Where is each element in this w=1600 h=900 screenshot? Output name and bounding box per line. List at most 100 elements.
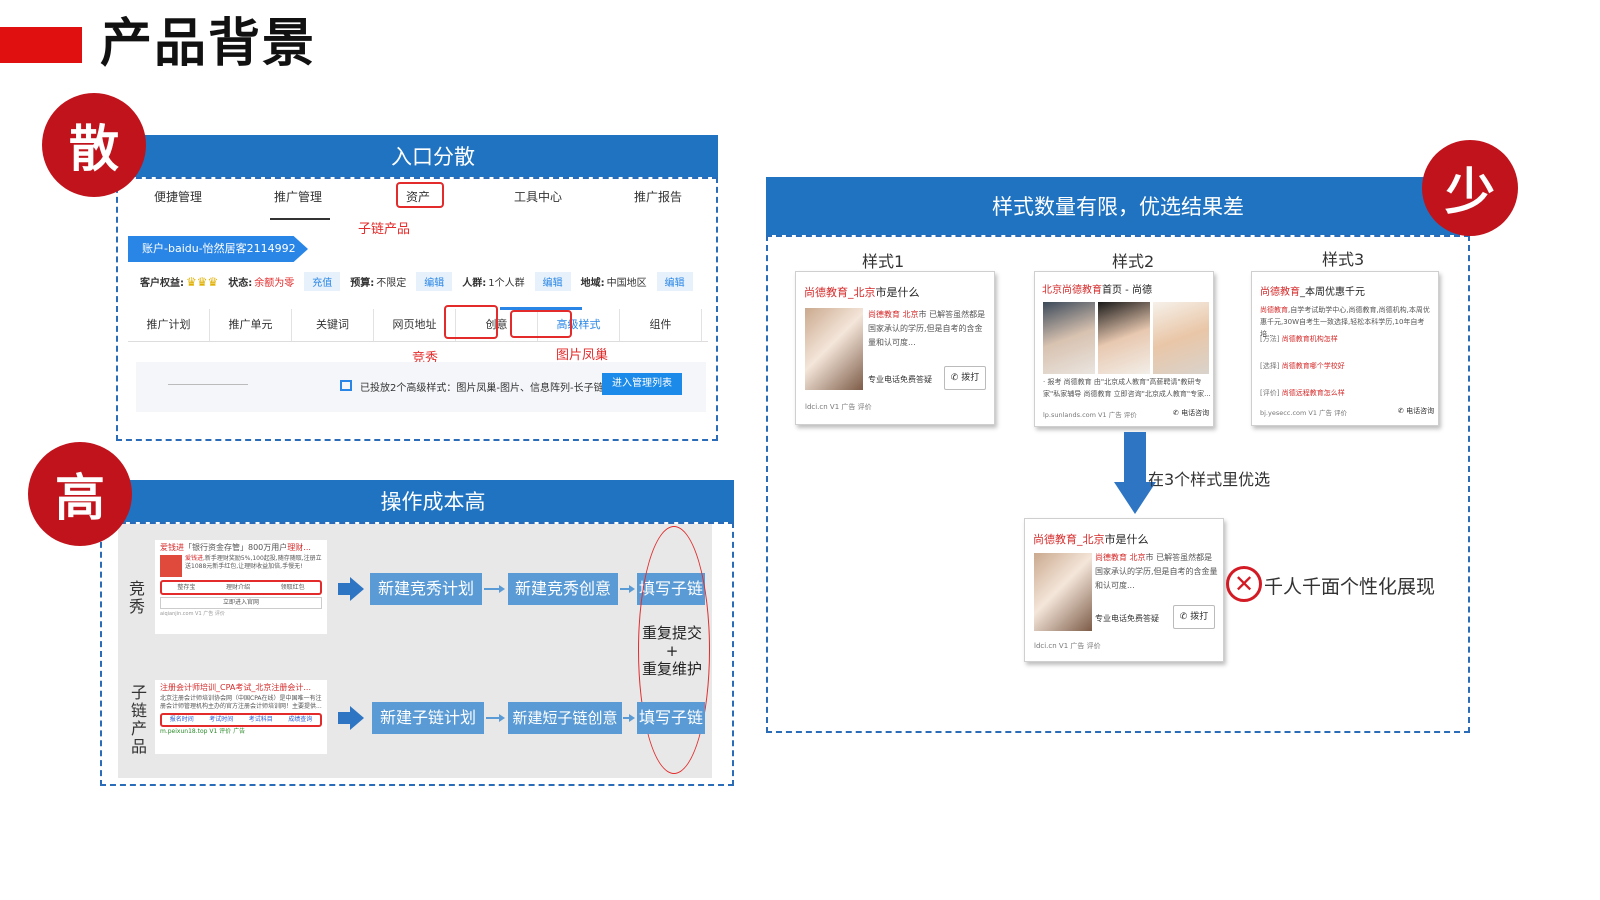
ad-title-tail: 理财... <box>287 543 311 552</box>
tab-promo-report[interactable]: 推广报告 <box>598 188 718 205</box>
ad-sublink[interactable]: 报名时间 <box>170 715 194 725</box>
account-info-row: 客户权益: ♛♛♛ 状态: 余额为零 充值 预算: 不限定 编辑 人群: 1个人… <box>140 272 710 291</box>
ad-sublink[interactable]: 成绩查询 <box>288 715 312 725</box>
ad-sublink[interactable]: 考试科目 <box>249 715 273 725</box>
flow-arrow-right-icon <box>350 577 364 601</box>
card-url: ldci.cn V1 广告 评价 <box>805 403 872 411</box>
phone-icon: ✆ <box>1179 612 1191 622</box>
ad-button[interactable]: 整存宝 <box>177 582 195 593</box>
highlight-assets-box <box>396 182 444 208</box>
phone-icon: ✆ <box>950 373 962 383</box>
card-photo <box>1153 302 1209 374</box>
phone-icon: ✆ <box>1398 407 1407 415</box>
row-label-sublink: 子链产品 <box>130 683 147 756</box>
step-arrow-icon <box>499 585 505 593</box>
style-card-1: 尚德教育_北京市是什么 尚德教育 北京市 已解答虽然都是国家承认的学历,但是自考… <box>795 271 995 425</box>
repeat-highlight-ellipse <box>638 526 710 774</box>
link-prefix: [选择] <box>1260 362 1280 370</box>
style-label-2: 样式2 <box>1112 252 1155 271</box>
card-desc-brand: 尚德教育 <box>1260 306 1288 314</box>
ad-brand: 爱钱进 <box>160 543 184 552</box>
tab-promo-manage[interactable]: 推广管理 <box>238 188 358 205</box>
phone-icon: ✆ <box>1173 409 1182 417</box>
step-new-showcase-creative: 新建竞秀创意 <box>508 573 618 605</box>
edit-budget-button[interactable]: 编辑 <box>416 272 453 291</box>
subtab-plan[interactable]: 推广计划 <box>128 309 210 341</box>
tab-tool-center[interactable]: 工具中心 <box>478 188 598 205</box>
panel-styles-header: 样式数量有限，优选结果差 <box>766 177 1470 235</box>
flow-arrow-right-icon <box>350 706 364 730</box>
style-card-2: 北京尚德教育首页 - 尚德 · 报考 尚德教育 由"北京成人教育"高薪聘请"教研… <box>1034 271 1214 427</box>
step-connector <box>484 588 500 590</box>
edit-audience-button[interactable]: 编辑 <box>534 272 571 291</box>
step-arrow-icon <box>629 585 635 593</box>
link-text: 尚德教育哪个学校好 <box>1281 362 1345 370</box>
consult-link[interactable]: ✆ 电话咨询 <box>1173 408 1209 418</box>
card-photo <box>805 308 863 390</box>
showcase-ad-sample: 爱钱进「银行资金存管」800万用户理财... 爱钱进,新手理财奖励5%,100起… <box>155 540 327 634</box>
tab-quick-manage[interactable]: 便捷管理 <box>118 188 238 205</box>
consult-link[interactable]: ✆ 电话咨询 <box>1398 406 1434 416</box>
style-card-3: 尚德教育_本周优惠千元 尚德教育,自学考试助学中心,尚德教育,尚德机构,本周优惠… <box>1251 271 1439 426</box>
sub-tabs: 推广计划 推广单元 关键词 网页地址 创意 高级样式 组件 <box>128 309 708 342</box>
ad-title: 「银行资金存管」800万用户 <box>184 543 288 552</box>
edit-region-button[interactable]: 编辑 <box>656 272 693 291</box>
ad-links-highlight: 报名时间 考试时间 考试科目 成绩查询 <box>160 713 322 727</box>
sublink-ad-sample: 注册会计师培训_CPA考试_北京注册会计... 北京注册会计师培训协会网（中国C… <box>155 680 327 754</box>
card-title: _本周优惠千元 <box>1300 287 1365 298</box>
ad-url: m.peixun18.top V1 评价 广告 <box>160 728 246 735</box>
card-url: lp.sunlands.com V1 广告 评价 <box>1043 411 1137 419</box>
manage-list-button[interactable]: 进入管理列表 <box>602 373 682 395</box>
status-label: 状态: <box>228 278 253 289</box>
account-label: 账户-baidu-怡然居客2114992 <box>128 236 308 262</box>
call-button[interactable]: ✆ 拨打 <box>944 366 986 390</box>
step-arrow-icon <box>629 714 635 722</box>
card-photo <box>1098 302 1150 374</box>
audience-value: 1个人群 <box>488 278 525 289</box>
badge-scatter: 散 <box>42 93 146 197</box>
list-icon <box>340 380 352 391</box>
step-new-showcase-plan: 新建竞秀计划 <box>370 573 482 605</box>
card-link-1[interactable]: [方法] 尚德教育机构怎样 <box>1260 334 1338 344</box>
ad-button[interactable]: 理财介绍 <box>226 582 250 593</box>
page-title: 产品背景 <box>100 14 317 74</box>
badge-high: 高 <box>28 442 132 546</box>
link-text: 尚德教育机构怎样 <box>1281 335 1338 343</box>
ad-button[interactable]: 领取红包 <box>281 582 305 593</box>
call-label: 拨打 <box>1190 612 1209 622</box>
card-title-brand: 尚德教育_北京 <box>804 286 876 299</box>
style-label-3: 样式3 <box>1322 250 1365 269</box>
status-value: 余额为零 <box>254 278 295 289</box>
card-title: 市是什么 <box>1104 533 1149 546</box>
consult-label: 电话咨询 <box>1181 409 1210 417</box>
ad-title: 注册会计师培训_CPA考试_北京注册会计... <box>160 683 311 692</box>
ad-desc: 北京注册会计师培训协会网（中国CPA在线）是中国唯一有注册会计师管理机构主办的官… <box>160 695 322 710</box>
call-button[interactable]: ✆ 拨打 <box>1173 605 1215 629</box>
recharge-button[interactable]: 充值 <box>304 272 341 291</box>
highlight-advanced-box <box>510 310 572 338</box>
audience-label: 人群: <box>462 278 487 289</box>
ad-cta[interactable]: 立即进入官网 <box>160 597 322 609</box>
card-link-3[interactable]: [评价] 尚德远程教育怎么样 <box>1260 388 1345 398</box>
badge-few: 少 <box>1422 140 1518 236</box>
subtab-keyword[interactable]: 关键词 <box>292 309 374 341</box>
rights-label: 客户权益: <box>140 278 184 289</box>
ad-desc: ,新手理财奖励5%,100起投,随存随取,注册立送1088元新手红包,让理财收益… <box>185 555 322 570</box>
app-logo-icon <box>160 555 182 577</box>
step-fill-sublink-2: 填写子链 <box>637 702 705 734</box>
step-arrow-icon <box>499 714 505 722</box>
budget-label: 预算: <box>350 278 375 289</box>
row-label-showcase: 竞秀 <box>128 579 145 616</box>
subtab-component[interactable]: 组件 <box>620 309 702 341</box>
style-label-1: 样式1 <box>862 252 905 271</box>
card-phone-text: 专业电话免费答疑 <box>1095 614 1159 623</box>
card-title: 市是什么 <box>875 286 920 299</box>
ad-desc-brand: 爱钱进 <box>185 555 204 562</box>
notice-text: 已投放2个高级样式：图片凤巢-图片、信息阵列-长子链 <box>360 383 604 394</box>
ad-sublink[interactable]: 考试时间 <box>209 715 233 725</box>
result-card: 尚德教育_北京市是什么 尚德教育 北京市 已解答虽然都是国家承认的学历,但是自考… <box>1024 518 1224 662</box>
subtab-unit[interactable]: 推广单元 <box>210 309 292 341</box>
card-link-2[interactable]: [选择] 尚德教育哪个学校好 <box>1260 361 1345 371</box>
panel-entry-header: 入口分散 <box>118 135 718 177</box>
card-desc-brand: 尚德教育 北京 <box>1095 553 1146 562</box>
